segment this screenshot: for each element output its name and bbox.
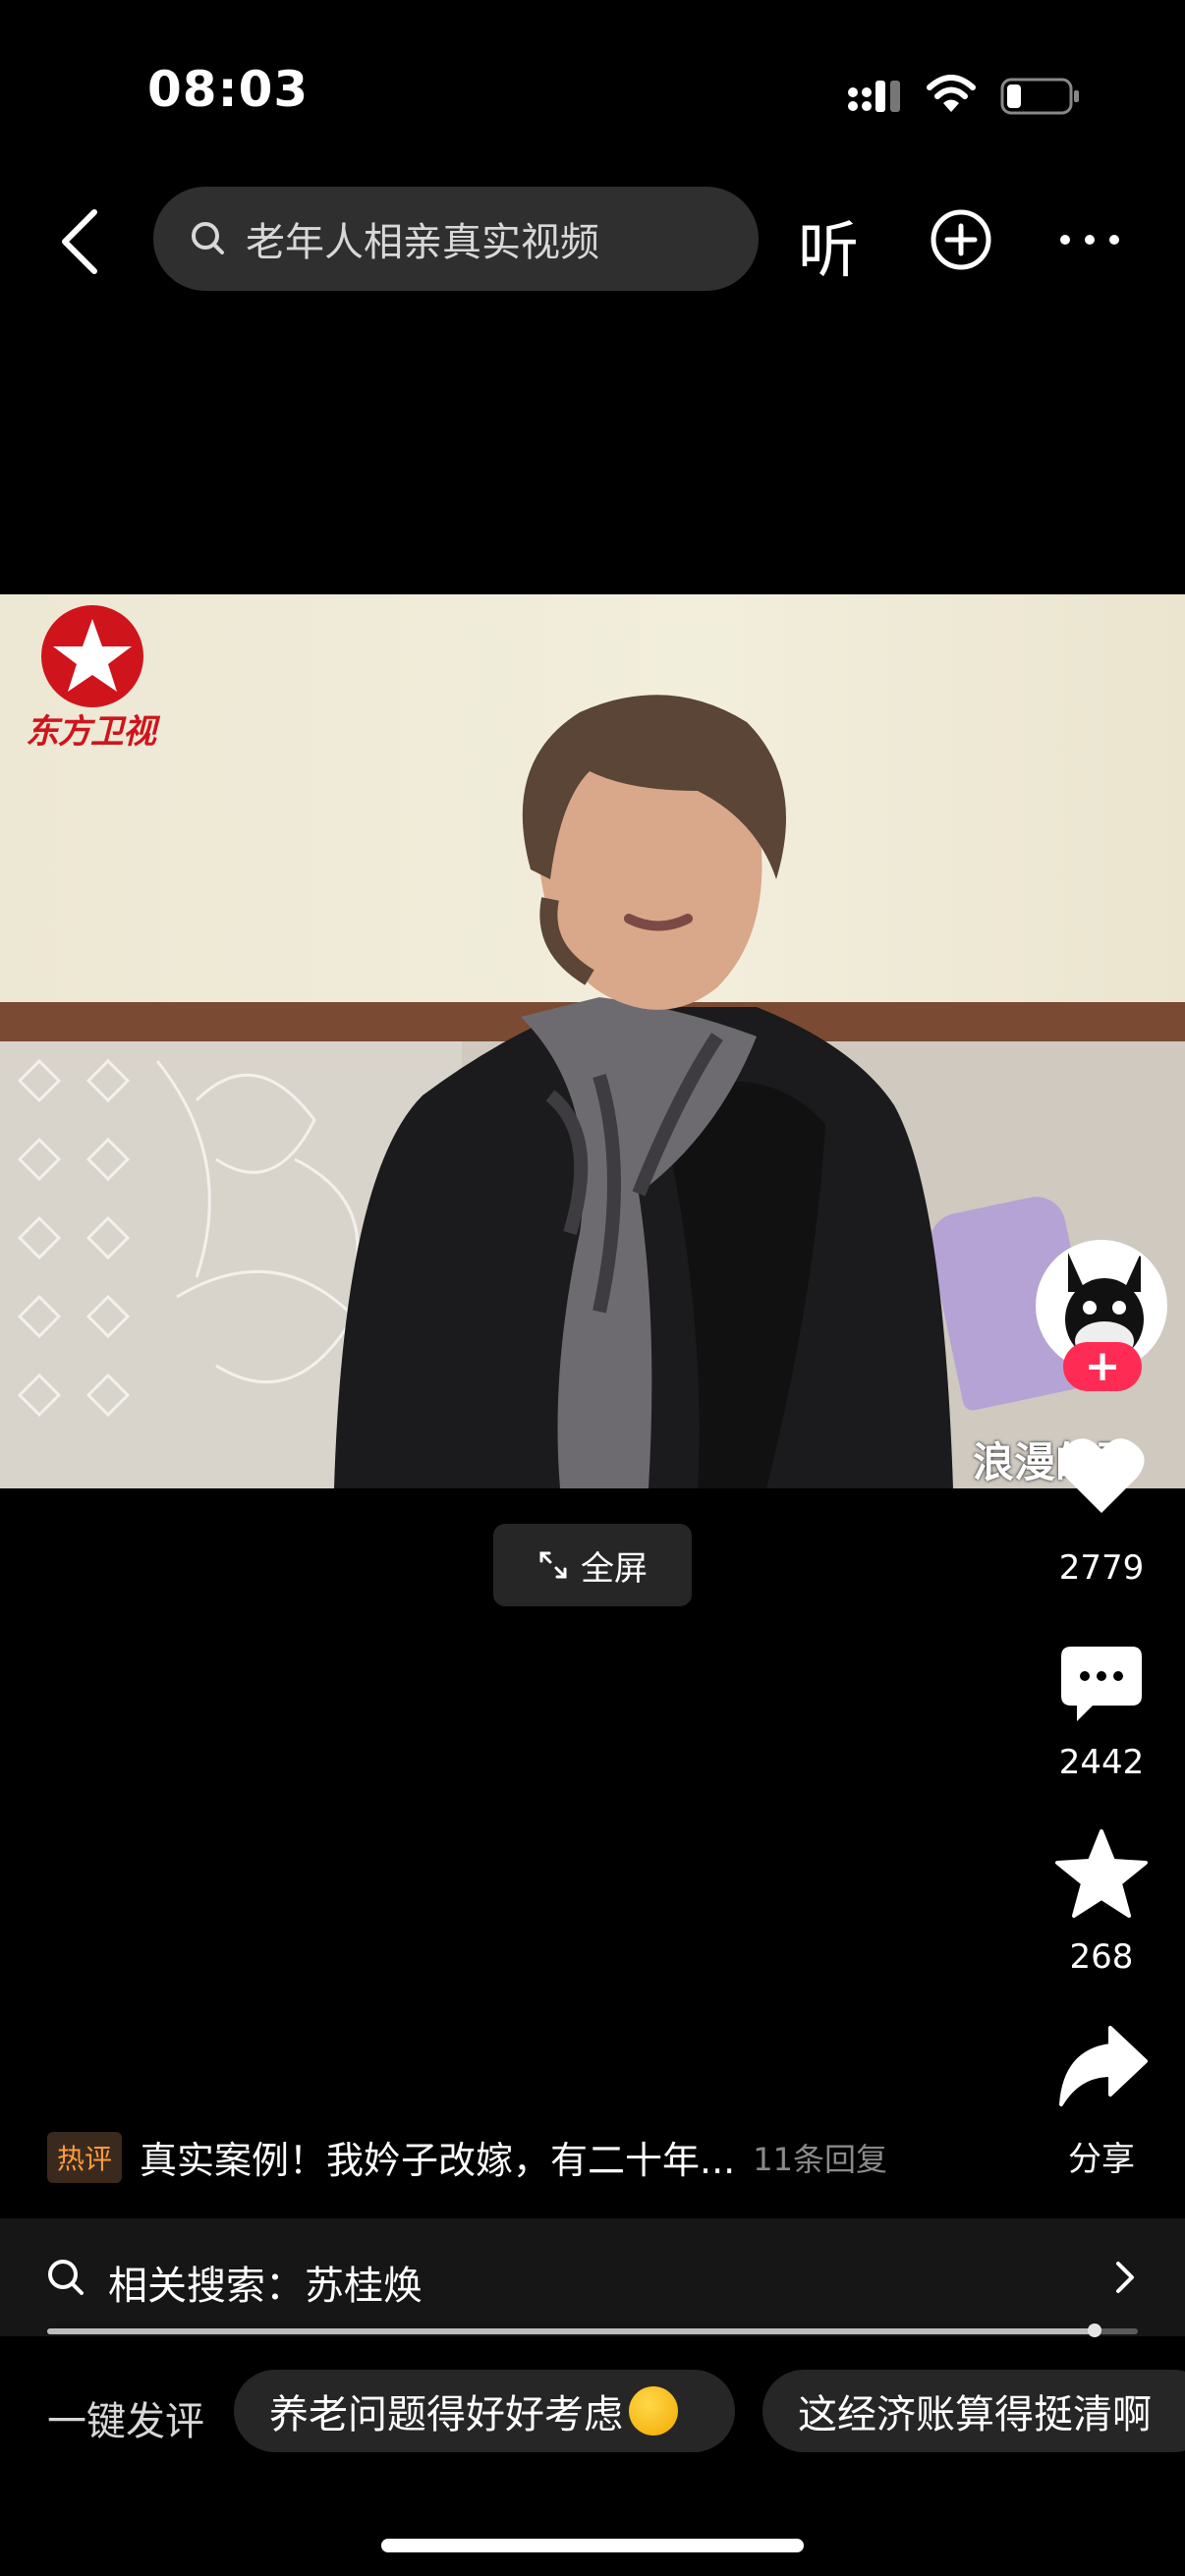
search-icon: [192, 222, 224, 254]
favorite-count: 268: [1069, 1937, 1134, 1977]
video-subject: [334, 695, 953, 1488]
more-icon[interactable]: [1057, 228, 1122, 252]
fullscreen-label: 全屏: [581, 1548, 648, 1589]
quick-comment-chip-text: 养老问题得好好考虑: [269, 2392, 623, 2437]
add-icon[interactable]: [930, 208, 992, 271]
video-progress-handle[interactable]: [1087, 2324, 1101, 2337]
fullscreen-icon: [539, 1551, 567, 1579]
wifi-icon: [927, 75, 976, 112]
search-bar[interactable]: 老年人相亲真实视频: [153, 187, 759, 291]
like-count: 2779: [1058, 1548, 1145, 1588]
chevron-right-icon[interactable]: [1110, 2258, 1140, 2297]
video-progress-fill: [47, 2328, 1095, 2334]
hot-comment[interactable]: 热评 真实案例！我妗子改嫁，有二十年... 11条回复: [47, 2130, 887, 2184]
fullscreen-button[interactable]: 全屏: [493, 1524, 692, 1606]
back-icon[interactable]: [51, 202, 110, 281]
video-player[interactable]: 东方卫视 浪漫的驴: [0, 594, 1185, 1488]
follow-button[interactable]: +: [1063, 1342, 1142, 1391]
quick-comment-label: 一键发评: [47, 2399, 204, 2444]
search-query: 老年人相亲真实视频: [246, 220, 599, 265]
wink-emoji-icon: [629, 2386, 678, 2436]
channel-logo-text: 东方卫视: [26, 712, 156, 752]
hot-comment-badge: 热评: [47, 2131, 123, 2183]
quick-comment-chip[interactable]: 这经济账算得挺清啊: [762, 2370, 1185, 2452]
related-search-label[interactable]: 相关搜索：苏桂焕: [108, 2254, 423, 2311]
battery-icon: [1000, 78, 1079, 115]
quick-comment-chip[interactable]: 养老问题得好好考虑: [234, 2370, 735, 2452]
search-icon: [48, 2260, 84, 2295]
status-time: 08:03: [147, 61, 310, 118]
heart-icon[interactable]: [1056, 1434, 1147, 1517]
comment-count: 2442: [1058, 1743, 1145, 1782]
share-label[interactable]: 分享: [1033, 2132, 1170, 2180]
star-icon[interactable]: [1053, 1827, 1150, 1920]
comment-icon[interactable]: [1057, 1643, 1146, 1725]
listen-button[interactable]: 听: [798, 200, 859, 289]
share-icon[interactable]: [1055, 2022, 1150, 2108]
cellular-signal-icon: [848, 81, 900, 112]
hot-comment-replies[interactable]: 11条回复: [753, 2135, 887, 2180]
hot-comment-text: 真实案例！我妗子改嫁，有二十年...: [140, 2139, 736, 2182]
home-indicator[interactable]: [381, 2539, 804, 2552]
quick-comment-chip-text: 这经济账算得挺清啊: [798, 2392, 1152, 2437]
